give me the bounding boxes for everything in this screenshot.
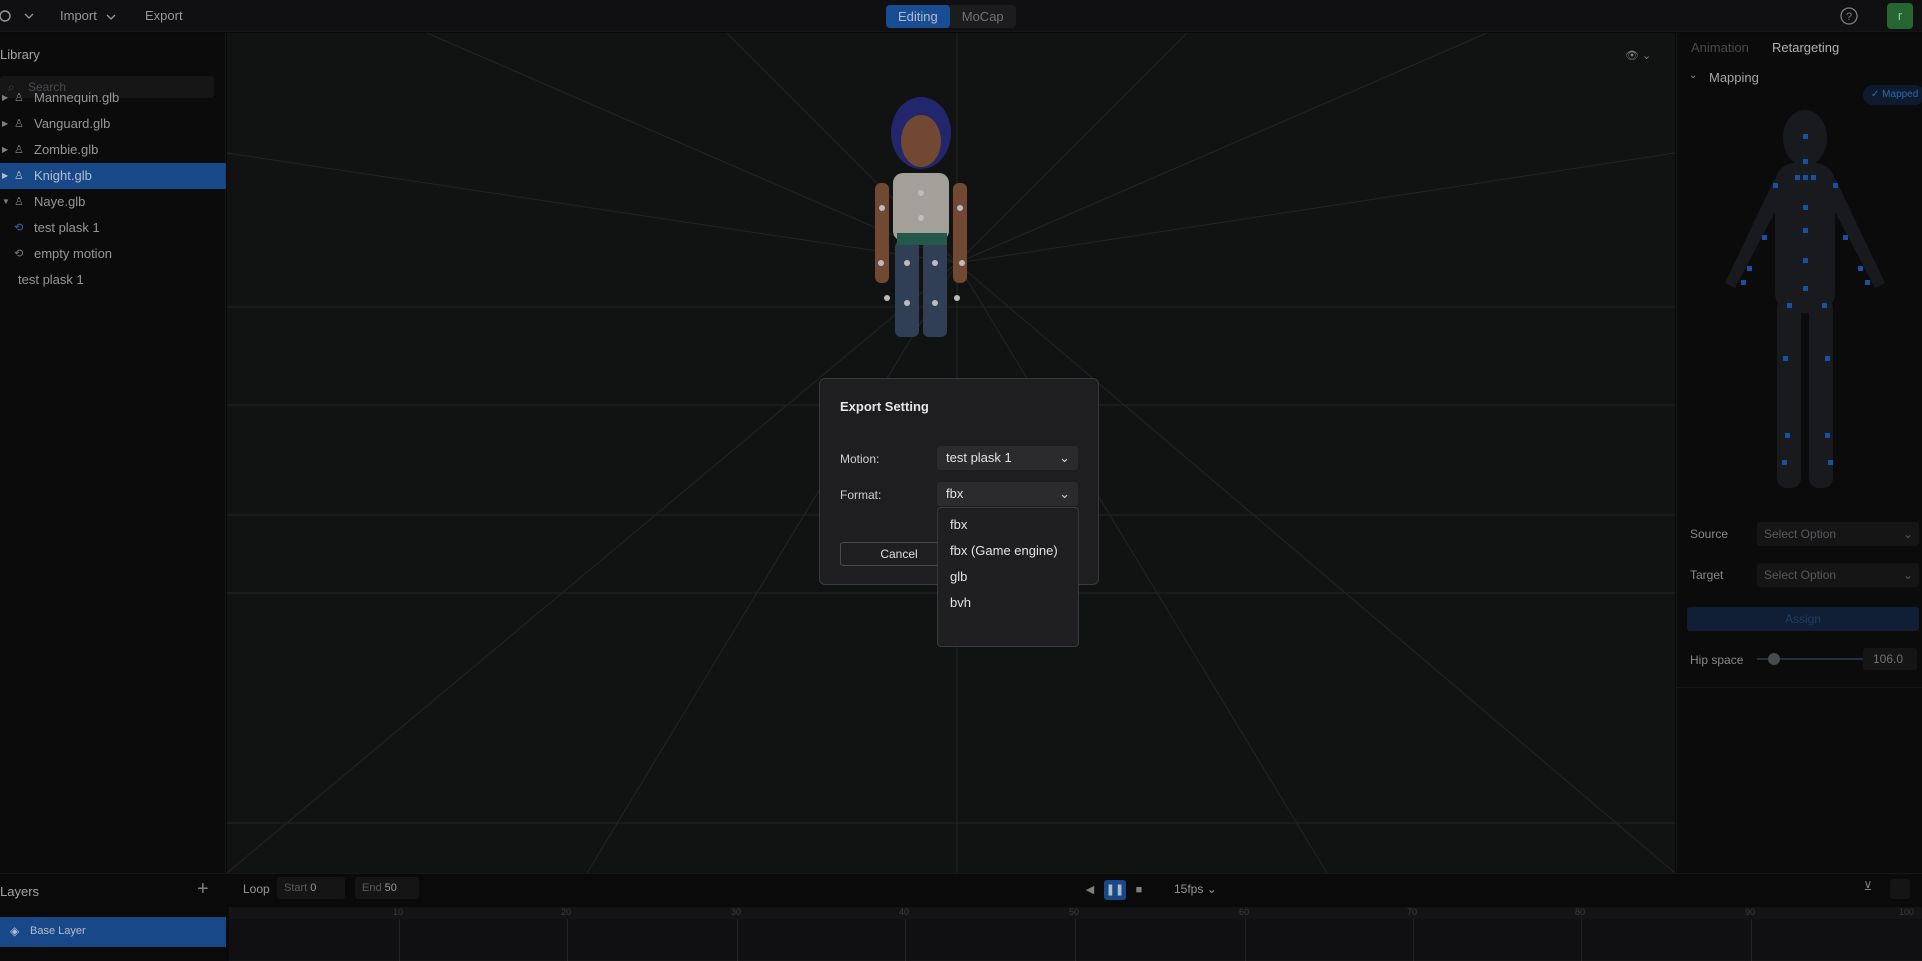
format-option-glb[interactable]: glb: [950, 565, 967, 589]
format-dropdown-menu: fbx fbx (Game engine) glb bvh: [937, 507, 1079, 647]
motion-label: Motion:: [840, 452, 880, 466]
motion-select[interactable]: test plask 1 ⌄: [937, 446, 1078, 470]
format-option-fbx-game-engine[interactable]: fbx (Game engine): [950, 539, 1058, 563]
format-option-fbx[interactable]: fbx: [950, 513, 967, 537]
chevron-down-icon: ⌄: [1059, 486, 1070, 501]
motion-select-value: test plask 1: [946, 450, 1012, 465]
dialog-title: Export Setting: [840, 399, 929, 414]
chevron-down-icon: ⌄: [1059, 450, 1070, 465]
format-label: Format:: [840, 488, 882, 502]
format-select-value: fbx: [946, 486, 964, 501]
format-option-bvh[interactable]: bvh: [950, 591, 971, 615]
format-select[interactable]: fbx ⌄: [937, 482, 1078, 506]
